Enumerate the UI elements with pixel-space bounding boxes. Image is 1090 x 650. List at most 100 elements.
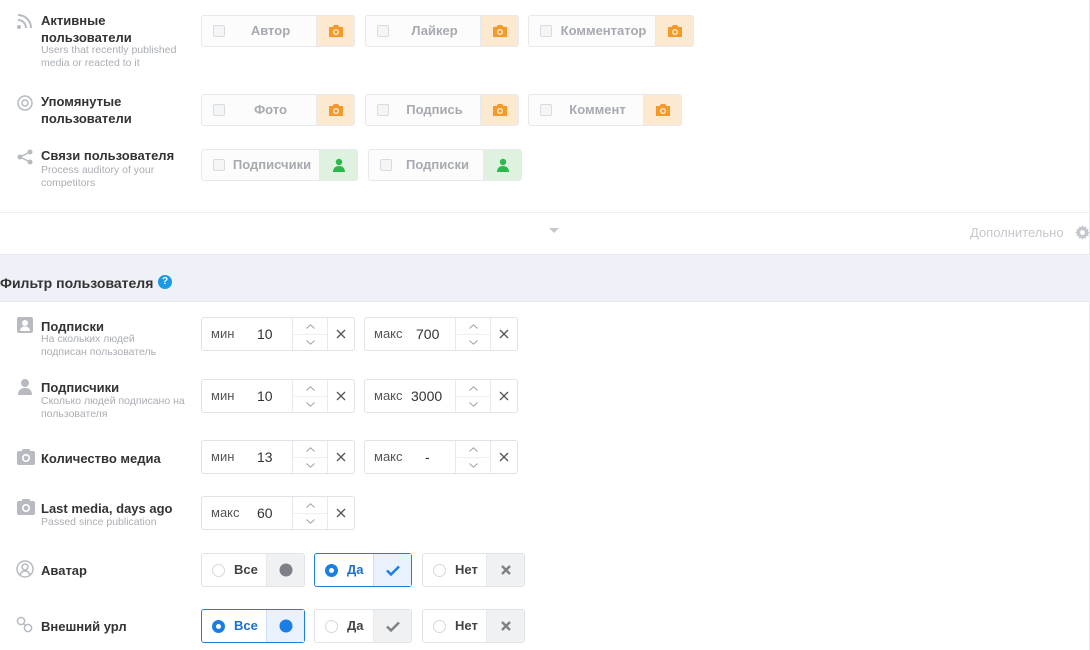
stepper[interactable]: [292, 441, 328, 473]
checkbox[interactable]: [213, 159, 225, 171]
checkbox[interactable]: [540, 104, 552, 116]
chevron-down-icon[interactable]: [293, 457, 327, 473]
last-media-max[interactable]: макс 60: [201, 496, 355, 530]
radio[interactable]: [325, 564, 338, 577]
min-value[interactable]: 10: [257, 318, 273, 350]
chip-photo[interactable]: Фото: [201, 94, 355, 126]
min-value[interactable]: 13: [257, 441, 273, 473]
stepper[interactable]: [292, 380, 328, 412]
followers-max[interactable]: макс 3000: [364, 379, 518, 413]
avatar-option-yes[interactable]: Да: [314, 553, 412, 587]
following-min[interactable]: мин 10: [201, 317, 355, 351]
min-value[interactable]: 10: [257, 380, 273, 412]
close-icon[interactable]: [328, 441, 354, 473]
chevron-up-icon[interactable]: [293, 318, 327, 334]
option-label: Нет: [455, 562, 478, 577]
camera-icon[interactable]: [643, 95, 681, 125]
chevron-down-icon[interactable]: [456, 457, 490, 473]
radio[interactable]: [212, 564, 225, 577]
caret-down-icon[interactable]: [549, 228, 559, 233]
camera-icon[interactable]: [316, 95, 354, 125]
close-icon[interactable]: [491, 318, 517, 350]
checkbox[interactable]: [540, 25, 552, 37]
close-icon[interactable]: [491, 441, 517, 473]
max-value[interactable]: 3000: [411, 380, 442, 412]
more-settings-link[interactable]: Дополнительно: [970, 225, 1064, 240]
chip-commenter[interactable]: Комментатор: [528, 15, 694, 47]
checkbox[interactable]: [377, 104, 389, 116]
close-icon[interactable]: [491, 380, 517, 412]
rss-icon: [17, 14, 32, 29]
option-label: Все: [234, 562, 258, 577]
radio[interactable]: [433, 620, 446, 633]
option-label: Да: [347, 618, 364, 633]
checkbox[interactable]: [213, 25, 225, 37]
stepper[interactable]: [292, 497, 328, 529]
stepper[interactable]: [455, 441, 491, 473]
chevron-down-icon[interactable]: [293, 396, 327, 412]
max-value[interactable]: 700: [416, 318, 439, 350]
camera-icon[interactable]: [655, 16, 693, 46]
chip-author[interactable]: Автор: [201, 15, 355, 47]
chevron-down-icon[interactable]: [456, 396, 490, 412]
following-max[interactable]: макс 700: [364, 317, 518, 351]
checkbox[interactable]: [377, 25, 389, 37]
max-label: макс: [374, 326, 403, 341]
url-option-no[interactable]: Нет: [422, 609, 525, 643]
close-icon[interactable]: [486, 610, 524, 642]
stepper[interactable]: [455, 380, 491, 412]
chevron-up-icon[interactable]: [293, 497, 327, 513]
radio[interactable]: [212, 620, 225, 633]
media-count-title: Количество медиа: [41, 451, 161, 466]
user-icon[interactable]: [483, 150, 521, 180]
chevron-up-icon[interactable]: [293, 380, 327, 396]
chevron-up-icon[interactable]: [456, 441, 490, 457]
stepper[interactable]: [292, 318, 328, 350]
chip-caption[interactable]: Подпись: [365, 94, 519, 126]
close-icon[interactable]: [486, 554, 524, 586]
dot-icon[interactable]: [266, 554, 304, 586]
chip-label: Подписчики: [232, 157, 312, 172]
check-icon[interactable]: [373, 554, 411, 586]
media-count-max[interactable]: макс -: [364, 440, 518, 474]
chip-liker[interactable]: Лайкер: [365, 15, 519, 47]
chevron-up-icon[interactable]: [293, 441, 327, 457]
stepper[interactable]: [455, 318, 491, 350]
max-value[interactable]: 60: [257, 497, 273, 529]
chevron-down-icon[interactable]: [293, 513, 327, 529]
chip-following[interactable]: Подписки: [368, 149, 522, 181]
camera-icon[interactable]: [316, 16, 354, 46]
url-option-yes[interactable]: Да: [314, 609, 412, 643]
avatar-option-all[interactable]: Все: [201, 553, 305, 587]
checkbox[interactable]: [213, 104, 225, 116]
avatar-option-no[interactable]: Нет: [422, 553, 525, 587]
chevron-down-icon[interactable]: [456, 334, 490, 350]
url-option-all[interactable]: Все: [201, 609, 305, 643]
camera-icon[interactable]: [480, 95, 518, 125]
chip-followers[interactable]: Подписчики: [201, 149, 358, 181]
close-icon[interactable]: [328, 380, 354, 412]
close-icon[interactable]: [328, 497, 354, 529]
followers-min[interactable]: мин 10: [201, 379, 355, 413]
connections-title: Связи пользователя: [41, 148, 175, 163]
max-value[interactable]: -: [425, 441, 430, 473]
connections-subtitle: Process auditory of your competitors: [41, 164, 155, 189]
dot-icon[interactable]: [266, 610, 304, 642]
help-icon[interactable]: ?: [158, 275, 172, 289]
media-count-min[interactable]: мин 13: [201, 440, 355, 474]
chip-comment[interactable]: Коммент: [528, 94, 682, 126]
checkbox[interactable]: [380, 159, 392, 171]
radio[interactable]: [325, 620, 338, 633]
chip-label: Комментатор: [560, 23, 647, 38]
gear-icon[interactable]: [1075, 225, 1090, 240]
check-icon[interactable]: [373, 610, 411, 642]
chevron-up-icon[interactable]: [456, 318, 490, 334]
user-icon[interactable]: [319, 150, 357, 180]
active-users-title: Активные пользователи: [41, 13, 132, 45]
chip-label: Автор: [250, 23, 291, 38]
chevron-down-icon[interactable]: [293, 334, 327, 350]
radio[interactable]: [433, 564, 446, 577]
close-icon[interactable]: [328, 318, 354, 350]
chevron-up-icon[interactable]: [456, 380, 490, 396]
camera-icon[interactable]: [480, 16, 518, 46]
